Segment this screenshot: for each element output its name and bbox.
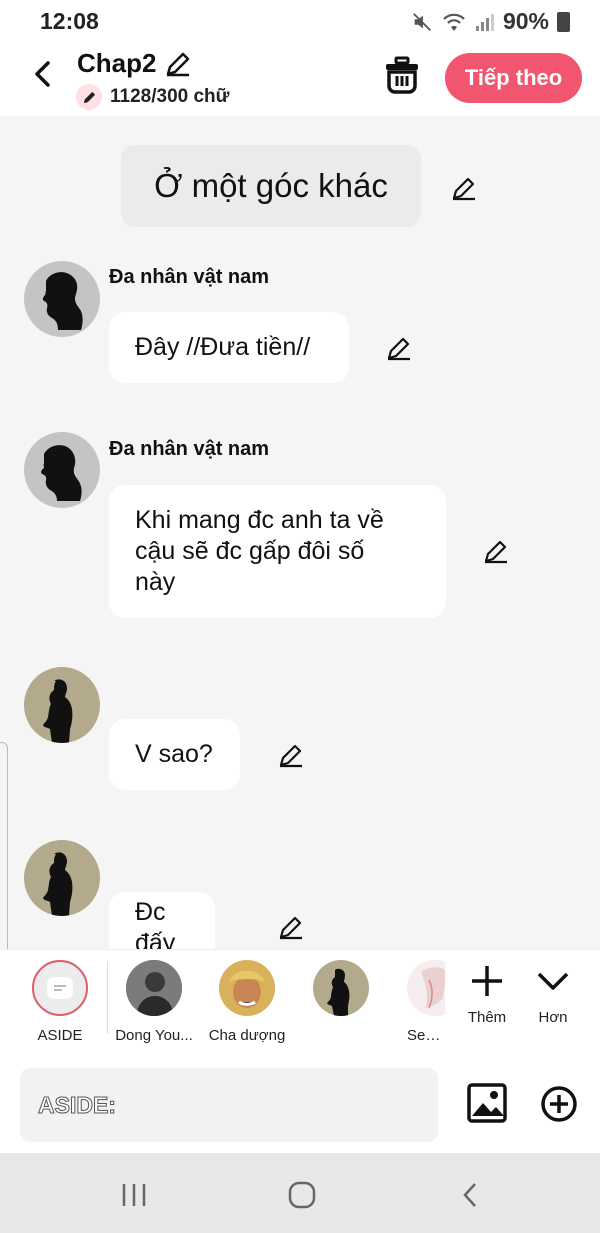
chat-area[interactable]: Ở một góc khác Đa nhân vật nam Đây //Đưa… xyxy=(0,116,600,949)
character-name: ASIDE xyxy=(37,1027,83,1044)
message-bubble[interactable]: Khi mang đc anh ta về cậu sẽ đc gấp đôi … xyxy=(109,485,446,618)
mute-icon xyxy=(413,12,431,31)
home-button[interactable] xyxy=(282,1175,322,1215)
speaker-name: Đa nhân vật nam xyxy=(109,438,270,460)
scene-caption[interactable]: Ở một góc khác xyxy=(121,145,421,227)
message-line: Khi mang đc anh ta về xyxy=(135,506,384,534)
character-avatar xyxy=(407,960,445,1016)
plus-circle-icon xyxy=(541,1086,577,1122)
speaker-name: Đa nhân vật nam xyxy=(109,266,270,288)
character-avatar xyxy=(219,960,275,1016)
chapter-title-text: Chap2 xyxy=(77,48,157,78)
aside-icon xyxy=(47,977,73,999)
avatar[interactable] xyxy=(24,667,100,743)
recent-apps-button[interactable] xyxy=(114,1175,154,1215)
expand-button[interactable]: Hơn xyxy=(523,964,583,1026)
recent-apps-icon xyxy=(122,1184,146,1206)
character-dong-you[interactable]: Dong You... xyxy=(109,960,199,1044)
edit-icon[interactable] xyxy=(277,913,305,941)
chevron-left-icon xyxy=(35,61,50,87)
home-icon xyxy=(288,1181,316,1209)
input-bar xyxy=(0,1057,600,1153)
back-button[interactable] xyxy=(22,54,62,94)
word-count: 1128/300 chữ xyxy=(76,84,229,110)
chevron-down-icon xyxy=(537,972,569,990)
word-count-text: 1128/300 chữ xyxy=(110,86,230,107)
next-button[interactable]: Tiếp theo xyxy=(445,53,582,103)
message-line: này xyxy=(135,568,176,596)
signal-icon xyxy=(475,13,494,31)
chapter-title[interactable]: Chap2 xyxy=(77,48,192,79)
message-bubble[interactable]: Đc đấy xyxy=(109,892,215,949)
status-time: 12:08 xyxy=(40,8,99,34)
status-bar: 12:08 90% xyxy=(0,0,600,40)
character-seo[interactable]: Seo ... xyxy=(389,960,445,1044)
avatar[interactable] xyxy=(24,840,100,916)
more-label: Thêm xyxy=(467,1009,507,1026)
character-silhouette[interactable] xyxy=(296,960,386,1027)
status-icons: 90% xyxy=(411,8,570,35)
avatar[interactable] xyxy=(24,261,100,337)
avatar[interactable] xyxy=(24,432,100,508)
battery-percent: 90% xyxy=(502,8,549,34)
message-line: cậu sẽ đc gấp đôi số xyxy=(135,537,365,565)
character-aside[interactable]: ASIDE xyxy=(15,960,105,1044)
character-name: Seo ... xyxy=(407,1027,445,1044)
edit-icon[interactable] xyxy=(385,334,413,362)
character-cha-duong[interactable]: Cha dượng xyxy=(202,960,292,1044)
trash-icon xyxy=(386,56,418,94)
silhouette-icon xyxy=(42,272,83,330)
pencil-badge-icon xyxy=(76,84,102,110)
plus-icon xyxy=(472,966,502,996)
expand-label: Hơn xyxy=(538,1009,568,1026)
top-app-bar: Chap2 1128/300 chữ Tiếp theo xyxy=(0,40,600,116)
system-nav-bar xyxy=(0,1153,600,1233)
silhouette-icon xyxy=(41,445,82,501)
edit-icon[interactable] xyxy=(450,174,478,202)
silhouette-icon xyxy=(43,852,73,916)
edit-icon[interactable] xyxy=(277,741,305,769)
back-nav-button[interactable] xyxy=(450,1175,490,1215)
divider xyxy=(107,962,108,1034)
silhouette-icon xyxy=(43,679,73,743)
aside-avatar xyxy=(32,960,88,1016)
add-button[interactable] xyxy=(540,1085,578,1123)
delete-button[interactable] xyxy=(384,56,420,96)
side-scroll-handle[interactable] xyxy=(0,742,8,972)
edit-icon[interactable] xyxy=(482,537,510,565)
message-input[interactable] xyxy=(20,1068,438,1142)
message-bubble[interactable]: Đây //Đưa tiền// xyxy=(109,312,349,383)
battery-icon xyxy=(557,11,570,32)
character-name: Cha dượng xyxy=(208,1027,286,1044)
wifi-icon xyxy=(443,13,465,31)
character-avatar xyxy=(313,960,369,1016)
image-button[interactable] xyxy=(467,1083,507,1123)
pencil-icon xyxy=(167,52,190,76)
character-strip: ASIDE Dong You... Cha dượng Seo ... Thêm… xyxy=(0,949,600,1057)
back-icon xyxy=(463,1183,476,1207)
message-bubble[interactable]: V sao? xyxy=(109,719,240,790)
character-avatar xyxy=(126,960,182,1016)
more-button[interactable]: Thêm xyxy=(457,964,517,1026)
image-icon xyxy=(467,1083,507,1123)
character-name: Dong You... xyxy=(115,1027,193,1044)
